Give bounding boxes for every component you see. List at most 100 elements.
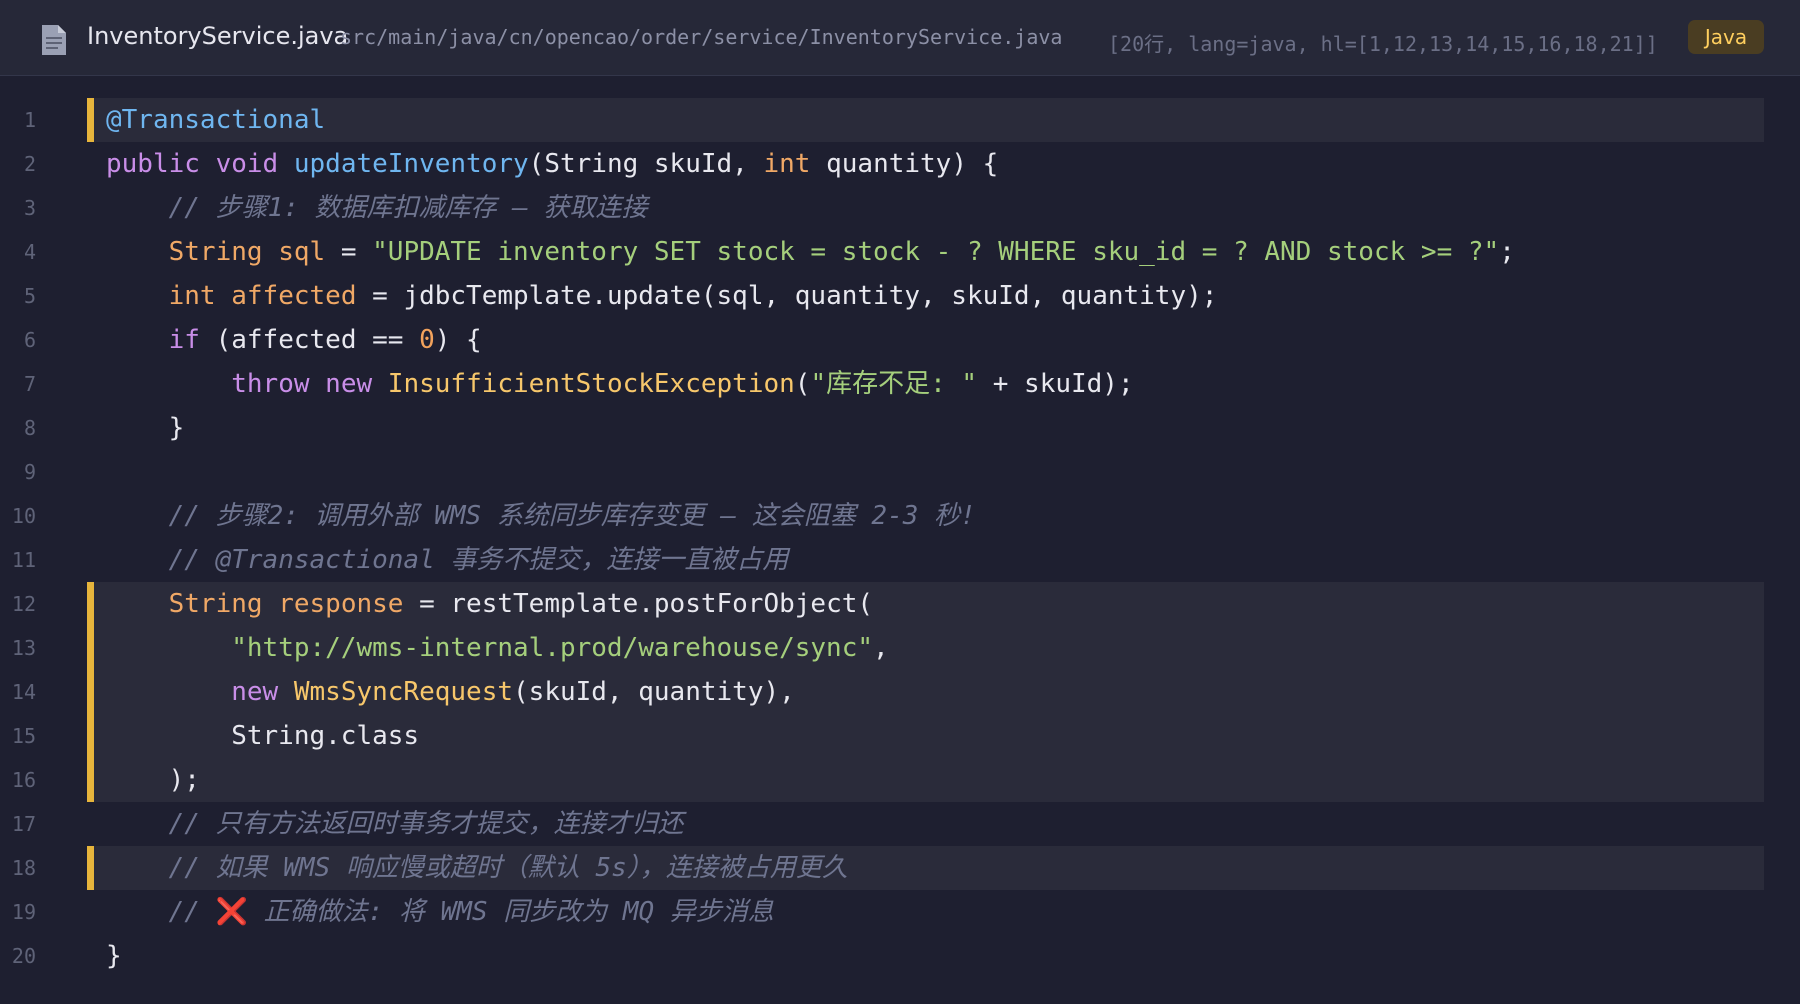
code-line: 18 // 如果 WMS 响应慢或超时（默认 5s），连接被占用更久 bbox=[0, 846, 1800, 890]
line-number: 6 bbox=[23, 328, 36, 352]
line-highlight-marker bbox=[87, 582, 94, 626]
line-number: 16 bbox=[11, 768, 36, 792]
file-header-bar: InventoryService.java src/main/java/cn/o… bbox=[0, 0, 1800, 76]
code-line: 6 if (affected == 0) { bbox=[0, 318, 1800, 362]
line-number: 13 bbox=[11, 636, 36, 660]
file-path: src/main/java/cn/opencao/order/service/I… bbox=[340, 25, 1063, 49]
code-token: + skuId); bbox=[977, 369, 1134, 399]
line-highlight bbox=[88, 758, 1764, 802]
code-viewer-window: InventoryService.java src/main/java/cn/o… bbox=[0, 0, 1800, 1004]
line-code: @Transactional bbox=[106, 98, 325, 142]
line-number: 10 bbox=[11, 504, 36, 528]
code-line: 19 // ❌ 正确做法: 将 WMS 同步改为 MQ 异步消息 bbox=[0, 890, 1800, 934]
code-token: String.class bbox=[106, 721, 420, 751]
line-code: } bbox=[106, 406, 185, 450]
line-number: 5 bbox=[23, 284, 36, 308]
code-line: 8 } bbox=[0, 406, 1800, 450]
line-number: 15 bbox=[11, 724, 36, 748]
code-line: 10 // 步骤2: 调用外部 WMS 系统同步库存变更 — 这会阻塞 2-3 … bbox=[0, 494, 1800, 538]
language-badge: Java bbox=[1688, 20, 1764, 54]
line-number: 2 bbox=[23, 152, 36, 176]
code-token: WmsSyncRequest bbox=[293, 677, 514, 707]
code-token: (String skuId, bbox=[528, 149, 764, 179]
code-token: int bbox=[168, 281, 216, 311]
code-line: 20} bbox=[0, 934, 1800, 978]
code-line: 15 String.class bbox=[0, 714, 1800, 758]
code-token: ; bbox=[1499, 237, 1515, 267]
code-token: updateInventory bbox=[293, 149, 529, 179]
line-highlight-marker bbox=[87, 758, 94, 802]
cross-mark-icon: ❌ bbox=[215, 897, 248, 927]
line-number: 7 bbox=[23, 372, 36, 396]
code-line: 12 String response = restTemplate.postFo… bbox=[0, 582, 1800, 626]
code-token: } bbox=[106, 413, 185, 443]
line-highlight-marker bbox=[87, 714, 94, 758]
line-code: new WmsSyncRequest(skuId, quantity), bbox=[106, 670, 795, 714]
code-token: void bbox=[215, 149, 279, 179]
code-area[interactable]: 1 @Transactional 2 public void updateInvent… bbox=[0, 76, 1800, 1004]
line-highlight-marker bbox=[87, 626, 94, 670]
line-number: 8 bbox=[23, 416, 36, 440]
code-token: sql bbox=[278, 237, 326, 267]
line-number: 3 bbox=[23, 196, 36, 220]
code-token: // bbox=[168, 897, 216, 927]
line-highlight-marker bbox=[87, 846, 94, 890]
line-code: String response = restTemplate.postForOb… bbox=[106, 582, 873, 626]
line-number: 19 bbox=[11, 900, 36, 924]
line-code: if (affected == 0) { bbox=[106, 318, 482, 362]
line-code: String sql = "UPDATE inventory SET stock… bbox=[106, 230, 1515, 274]
code-token: "http://wms-internal.prod/warehouse/sync… bbox=[231, 633, 874, 663]
line-code: // 步骤2: 调用外部 WMS 系统同步库存变更 — 这会阻塞 2-3 秒! bbox=[106, 494, 976, 538]
line-code: public void updateInventory(String skuId… bbox=[106, 142, 998, 186]
line-code: // 步骤1: 数据库扣减库存 — 获取连接 bbox=[106, 186, 648, 230]
code-token: } bbox=[106, 941, 122, 971]
code-line: 7 throw new InsufficientStockException("… bbox=[0, 362, 1800, 406]
code-line: 5 int affected = jdbcTemplate.update(sql… bbox=[0, 274, 1800, 318]
code-token: throw bbox=[231, 369, 310, 399]
code-token: String bbox=[168, 589, 263, 619]
file-name: InventoryService.java bbox=[87, 22, 349, 50]
code-token: 正确做法: 将 WMS 同步改为 MQ 异步消息 bbox=[247, 897, 774, 927]
line-code: // @Transactional 事务不提交，连接一直被占用 bbox=[106, 538, 789, 582]
line-highlight-marker bbox=[87, 98, 94, 142]
code-token: int bbox=[763, 149, 811, 179]
code-token: // 只有方法返回时事务才提交，连接才归还 bbox=[168, 809, 684, 839]
line-code: "http://wms-internal.prod/warehouse/sync… bbox=[106, 626, 888, 670]
code-token: String bbox=[168, 237, 263, 267]
line-code: throw new InsufficientStockException("库存… bbox=[106, 362, 1134, 406]
line-code: int affected = jdbcTemplate.update(sql, … bbox=[106, 274, 1218, 318]
code-token: affected bbox=[231, 281, 357, 311]
code-line: 13 "http://wms-internal.prod/warehouse/s… bbox=[0, 626, 1800, 670]
code-token: @Transactional bbox=[106, 105, 326, 135]
line-number: 1 bbox=[23, 108, 36, 132]
code-token: // 步骤1: 数据库扣减库存 — 获取连接 bbox=[168, 193, 648, 223]
code-token: quantity) { bbox=[810, 149, 999, 179]
code-token: "UPDATE inventory SET stock = stock - ? … bbox=[372, 237, 1500, 267]
code-line: 17 // 只有方法返回时事务才提交，连接才归还 bbox=[0, 802, 1800, 846]
line-code: } bbox=[106, 934, 122, 978]
file-meta-info: [20行, lang=java, hl=[1,12,13,14,15,16,18… bbox=[1108, 32, 1658, 56]
code-token: "库存不足: " bbox=[810, 369, 978, 399]
line-number: 12 bbox=[11, 592, 36, 616]
line-code: String.class bbox=[106, 714, 419, 758]
code-token: InsufficientStockException bbox=[387, 369, 795, 399]
code-token: = jdbcTemplate.update(sql, quantity, sku… bbox=[356, 281, 1218, 311]
line-number: 17 bbox=[11, 812, 36, 836]
line-number: 18 bbox=[11, 856, 36, 880]
